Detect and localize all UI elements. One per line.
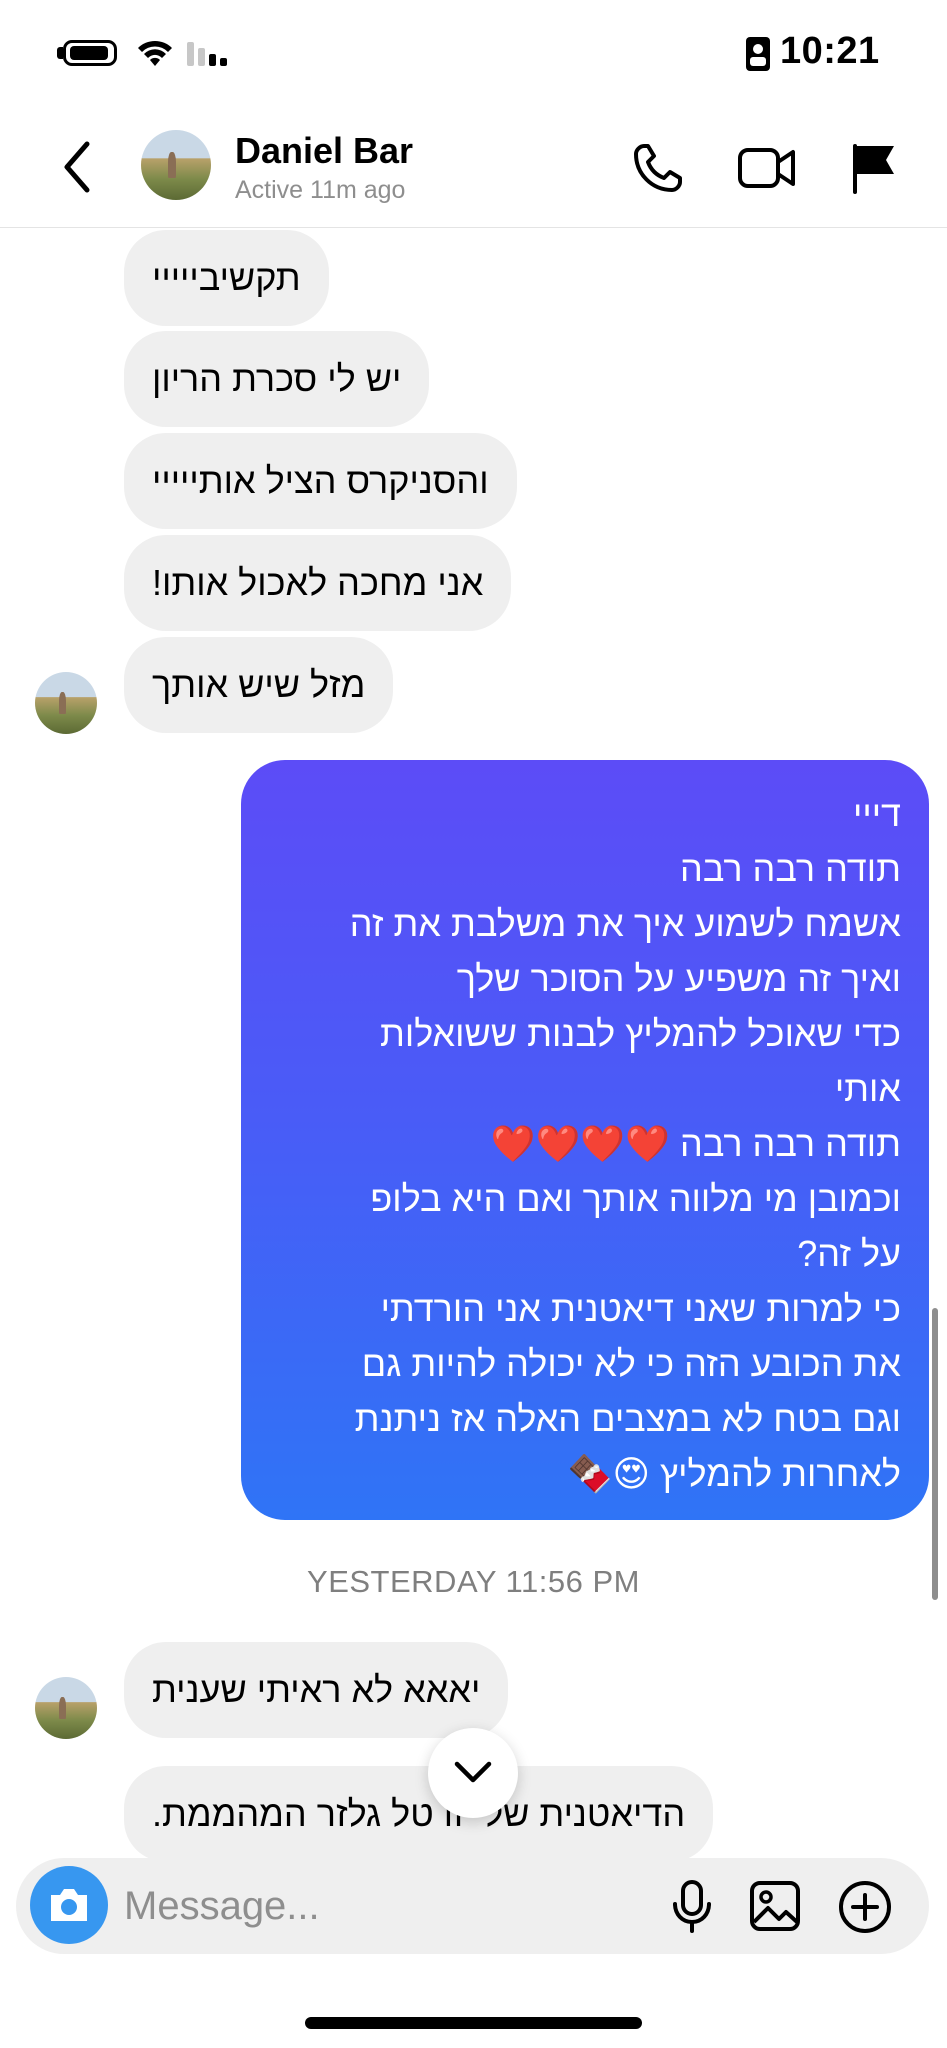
chat-header: Daniel Bar Active 11m ago bbox=[0, 110, 947, 228]
incoming-message[interactable]: תקשיבייייי bbox=[124, 230, 329, 326]
home-indicator[interactable] bbox=[305, 2017, 642, 2029]
signal-icon bbox=[187, 42, 227, 66]
message-line: דייי bbox=[852, 793, 901, 834]
message-line: אשמח לשמוע איך את משלבת את זה bbox=[349, 903, 901, 944]
back-arrow-icon[interactable] bbox=[60, 140, 94, 194]
incoming-message[interactable]: מזל שיש אותך bbox=[124, 637, 394, 733]
contact-name[interactable]: Daniel Bar bbox=[235, 130, 413, 172]
sender-avatar[interactable] bbox=[35, 672, 97, 734]
status-time: 10:21 bbox=[780, 30, 880, 72]
message-line: וכמובן מי מלווה אותך ואם היא בלופ bbox=[370, 1178, 901, 1219]
video-icon[interactable] bbox=[737, 140, 797, 196]
image-icon[interactable] bbox=[749, 1880, 801, 1932]
wifi-icon bbox=[138, 40, 172, 66]
incoming-message[interactable]: הדיאטנית שלי זו טל גלזר המהממת. bbox=[124, 1766, 714, 1862]
battery-icon bbox=[63, 40, 117, 66]
incoming-message[interactable]: אני מחכה לאכול אותו! bbox=[124, 535, 512, 631]
sim-card-icon bbox=[746, 37, 770, 71]
camera-button[interactable] bbox=[30, 1866, 108, 1944]
status-bar: 10:21 bbox=[0, 0, 947, 110]
scrollbar[interactable] bbox=[932, 1308, 938, 1600]
plus-icon[interactable] bbox=[838, 1880, 892, 1934]
chevron-down-icon bbox=[454, 1761, 492, 1783]
message-line: תודה רבה רבה ❤️❤️❤️❤️ bbox=[490, 1123, 901, 1164]
sender-avatar[interactable] bbox=[35, 1677, 97, 1739]
message-line: לאחרות להמליץ 😍🍫 bbox=[567, 1453, 901, 1494]
battery-tip bbox=[57, 47, 63, 59]
outgoing-message[interactable]: דייי תודה רבה רבה אשמח לשמוע איך את משלב… bbox=[241, 760, 929, 1520]
message-composer bbox=[16, 1858, 929, 1954]
camera-icon bbox=[51, 1889, 87, 1921]
message-line: על זה? bbox=[797, 1233, 901, 1274]
microphone-icon[interactable] bbox=[670, 1880, 714, 1934]
incoming-message[interactable]: והסניקרס הציל אותייייי bbox=[124, 433, 517, 529]
message-timestamp: YESTERDAY 11:56 PM bbox=[307, 1564, 640, 1599]
incoming-message[interactable]: יש לי סכרת הריון bbox=[124, 331, 430, 427]
message-line: כדי שאוכל להמליץ לבנות ששואלות bbox=[379, 1013, 901, 1054]
phone-icon[interactable] bbox=[630, 140, 686, 196]
message-line: את הכובע הזה כי לא יכולה להיות גם bbox=[361, 1343, 901, 1384]
message-line: ואיך זה משפיע על הסוכר שלך bbox=[456, 958, 901, 999]
message-input[interactable] bbox=[124, 1858, 644, 1954]
flag-icon[interactable] bbox=[850, 140, 898, 196]
activity-status: Active 11m ago bbox=[235, 176, 406, 204]
message-line: וגם בטח לא במצבים האלה אז ניתנת bbox=[354, 1398, 901, 1439]
contact-avatar[interactable] bbox=[141, 130, 211, 200]
incoming-message[interactable]: יאאא לא ראיתי שענית bbox=[124, 1642, 509, 1738]
scroll-to-bottom-button[interactable] bbox=[428, 1728, 518, 1818]
message-line: כי למרות שאני דיאטנית אני הורדתי bbox=[380, 1288, 901, 1329]
message-line: אותי bbox=[834, 1068, 901, 1109]
message-line: תודה רבה רבה bbox=[680, 848, 901, 889]
